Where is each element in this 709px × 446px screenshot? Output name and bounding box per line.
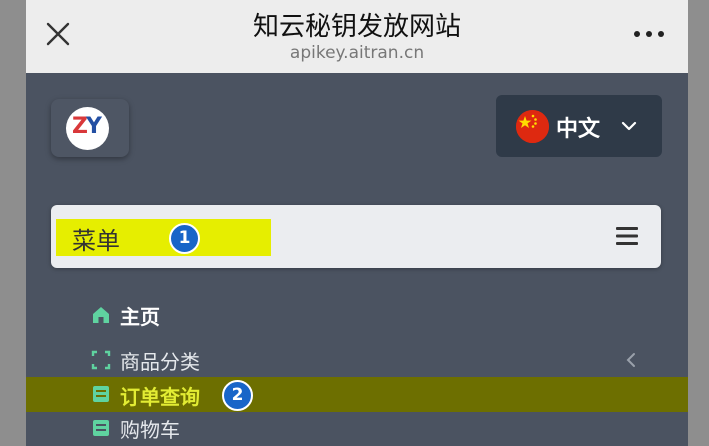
home-icon (93, 307, 109, 323)
order-icon (93, 386, 109, 402)
annotation-badge-1: 1 (169, 223, 200, 254)
nav-item-cart[interactable]: 购物车 (26, 410, 688, 446)
site-logo[interactable]: Z Y (51, 99, 129, 157)
page-url: apikey.aitran.cn (289, 43, 425, 63)
cart-icon (93, 420, 109, 436)
logo-badge: Z Y (66, 107, 109, 150)
page-title: 知云秘钥发放网站 (252, 12, 461, 42)
nav-label-cart: 购物车 (120, 418, 180, 442)
expand-icon (91, 350, 111, 370)
hamburger-icon[interactable] (614, 224, 640, 248)
nav-label-categories: 商品分类 (120, 350, 200, 374)
china-flag-icon (516, 110, 549, 143)
main-content: 菜单 1 主页 商品分类 订单查询 2 购物车 (26, 179, 688, 446)
nav-item-categories[interactable]: 商品分类 (26, 342, 688, 378)
browser-titlebar: 知云秘钥发放网站 apikey.aitran.cn (26, 0, 688, 73)
backdrop-left (0, 0, 26, 446)
more-icon[interactable] (632, 26, 666, 40)
annotation-badge-2: 2 (222, 380, 253, 411)
menu-bar[interactable]: 菜单 1 (51, 205, 661, 268)
nav-item-home[interactable]: 主页 (26, 297, 688, 333)
backdrop-right (688, 0, 709, 446)
nav-item-orders[interactable]: 订单查询 2 (26, 377, 688, 412)
language-selector[interactable]: 中文 (496, 95, 662, 157)
language-label: 中文 (556, 117, 601, 142)
chevron-down-icon (621, 121, 637, 131)
browser-window: 知云秘钥发放网站 apikey.aitran.cn Z Y 中文 菜单 1 主页… (26, 0, 688, 446)
chevron-left-icon[interactable] (624, 351, 638, 369)
logo-letter-y: Y (86, 114, 102, 139)
menu-label: 菜单 (72, 227, 120, 255)
nav-label-orders: 订单查询 (120, 385, 200, 409)
site-header: Z Y 中文 (26, 73, 688, 179)
nav-label-home: 主页 (120, 305, 160, 329)
